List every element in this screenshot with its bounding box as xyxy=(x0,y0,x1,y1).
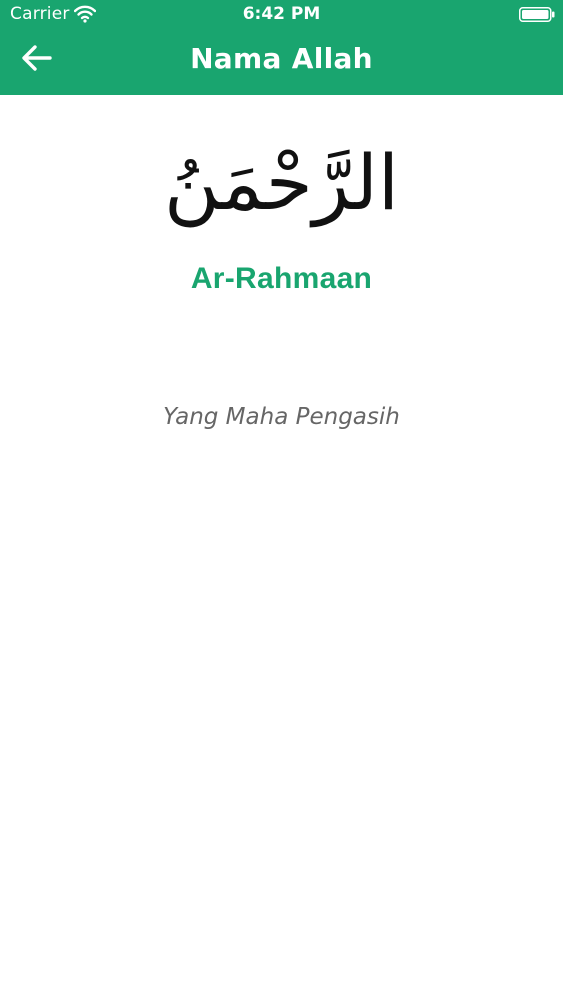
status-bar: Carrier 6:42 PM xyxy=(0,0,563,30)
arabic-name: الرَّحْمَنُ xyxy=(164,138,399,227)
latin-name: Ar-Rahmaan xyxy=(190,262,373,295)
page-title: Nama Allah xyxy=(190,42,373,75)
status-time: 6:42 PM xyxy=(242,4,321,24)
battery-icon xyxy=(519,7,555,22)
name-meaning: Yang Maha Pengasih xyxy=(163,404,400,430)
navigation-bar: Nama Allah xyxy=(0,30,563,95)
app-header: Carrier 6:42 PM Nama Allah xyxy=(0,0,563,95)
